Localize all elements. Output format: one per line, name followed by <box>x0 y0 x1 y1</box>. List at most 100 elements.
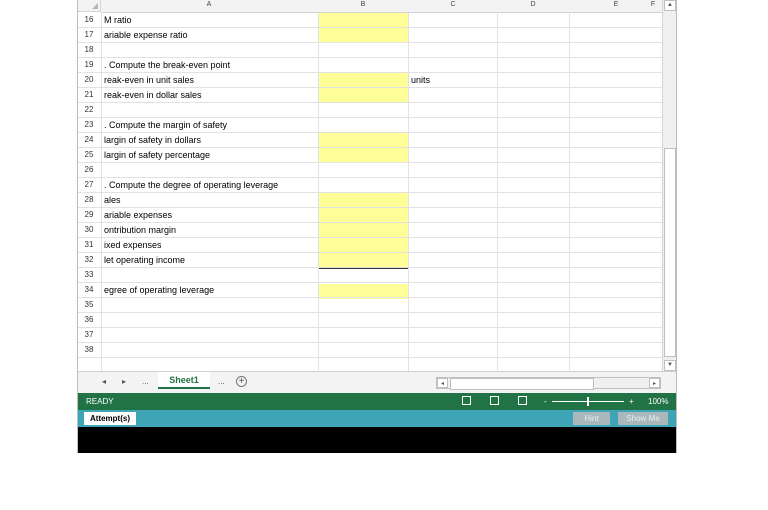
row-number[interactable]: 20 <box>78 73 100 87</box>
row-number[interactable]: 21 <box>78 88 100 102</box>
row-number[interactable]: 33 <box>78 268 100 282</box>
row-number[interactable]: 28 <box>78 193 100 207</box>
table-row: 28 ales <box>78 193 663 208</box>
row-number[interactable]: 30 <box>78 223 100 237</box>
row-number[interactable]: 31 <box>78 238 100 252</box>
attempts-bar: Attempt(s) Hint Show Me <box>78 410 676 427</box>
table-row: 38 <box>78 343 663 358</box>
table-row: 20 reak-even in unit sales units <box>78 73 663 88</box>
column-header-bar: A B C D E F <box>101 0 663 13</box>
tab-next-icon[interactable]: ▸ <box>122 377 126 386</box>
cell-a-label[interactable]: ales <box>104 193 121 207</box>
row-number[interactable]: 26 <box>78 163 100 177</box>
cell-a-label[interactable]: . Compute the break-even point <box>104 58 230 72</box>
scroll-left-icon[interactable]: ◂ <box>437 378 448 388</box>
attempts-button[interactable]: Attempt(s) <box>84 412 136 425</box>
cell-a-label[interactable]: reak-even in dollar sales <box>104 88 202 102</box>
row-number[interactable]: 22 <box>78 103 100 117</box>
table-row: 32 let operating income <box>78 253 663 268</box>
zoom-out-icon[interactable]: - <box>544 397 547 406</box>
page-layout-view-icon[interactable] <box>490 396 499 405</box>
column-header-c[interactable]: C <box>450 1 455 8</box>
tab-ellipsis-right[interactable]: ... <box>218 377 225 386</box>
cell-a-label[interactable]: ixed expenses <box>104 238 162 252</box>
page-break-view-icon[interactable] <box>518 396 527 405</box>
row-number[interactable]: 17 <box>78 28 100 42</box>
table-row: 27 . Compute the degree of operating leve… <box>78 178 663 193</box>
cell-a-label[interactable]: . Compute the margin of safety <box>104 118 227 132</box>
row-number[interactable]: 34 <box>78 283 100 297</box>
horizontal-scrollbar[interactable]: ◂ ▸ <box>436 377 661 390</box>
table-row: 18 <box>78 43 663 58</box>
cell-a-label[interactable]: egree of operating leverage <box>104 283 214 297</box>
cell-a-label[interactable]: M ratio <box>104 13 132 27</box>
normal-view-icon[interactable] <box>462 396 471 405</box>
table-row: 31 ixed expenses <box>78 238 663 253</box>
table-row: 30 ontribution margin <box>78 223 663 238</box>
zoom-slider-thumb[interactable] <box>587 397 589 406</box>
row-number[interactable]: 16 <box>78 13 100 27</box>
table-row: 35 <box>78 298 663 313</box>
column-header-f[interactable]: F <box>651 1 655 8</box>
footer-bar <box>78 427 676 453</box>
row-number[interactable]: 35 <box>78 298 100 312</box>
vertical-scroll-thumb[interactable] <box>664 148 676 357</box>
row-number[interactable]: 25 <box>78 148 100 162</box>
spreadsheet-window: ABCDEF 16 M ratio 17 ariable expense ratio 1… <box>77 0 677 453</box>
hint-button[interactable]: Hint <box>573 412 610 425</box>
vertical-scrollbar[interactable]: ▲ ▼ <box>662 0 676 371</box>
horizontal-scroll-thumb[interactable] <box>450 378 594 390</box>
select-all-corner[interactable] <box>78 0 101 12</box>
zoom-in-icon[interactable]: + <box>629 397 634 406</box>
cell-c-label[interactable]: units <box>411 73 430 87</box>
table-row: 36 <box>78 313 663 328</box>
show-me-button[interactable]: Show Me <box>618 412 668 425</box>
scroll-down-icon[interactable]: ▼ <box>664 360 676 371</box>
row-number[interactable]: 37 <box>78 328 100 342</box>
table-row: 17 ariable expense ratio <box>78 28 663 43</box>
sheet-tab-bar: ◂ ▸ ... Sheet1 ... + ◂ ▸ <box>78 371 676 393</box>
row-number[interactable]: 23 <box>78 118 100 132</box>
cell-a-label[interactable]: largin of safety percentage <box>104 148 210 162</box>
cell-a-label[interactable]: ariable expenses <box>104 208 172 222</box>
table-row: 34 egree of operating leverage <box>78 283 663 298</box>
column-header-b[interactable]: B <box>361 1 366 8</box>
row-number[interactable]: 29 <box>78 208 100 222</box>
cell-a-label[interactable]: largin of safety in dollars <box>104 133 201 147</box>
column-header-e[interactable]: E <box>614 1 619 8</box>
row-number[interactable]: 36 <box>78 313 100 327</box>
row-number[interactable]: 19 <box>78 58 100 72</box>
table-row: 23 . Compute the margin of safety <box>78 118 663 133</box>
table-row: 22 <box>78 103 663 118</box>
row-number[interactable]: 24 <box>78 133 100 147</box>
table-row: 21 reak-even in dollar sales <box>78 88 663 103</box>
status-ready-text: READY <box>86 397 114 406</box>
table-row: 33 <box>78 268 663 283</box>
table-row: 24 largin of safety in dollars <box>78 133 663 148</box>
tab-prev-icon[interactable]: ◂ <box>102 377 106 386</box>
row-number[interactable]: 38 <box>78 343 100 357</box>
table-row: 16 M ratio <box>78 13 663 28</box>
table-row: 29 ariable expenses <box>78 208 663 223</box>
status-bar: READY - + 100% <box>78 393 676 410</box>
cell-a-label[interactable]: ontribution margin <box>104 223 176 237</box>
row-number[interactable]: 27 <box>78 178 100 192</box>
scroll-right-icon[interactable]: ▸ <box>649 378 660 388</box>
zoom-level[interactable]: 100% <box>648 397 668 406</box>
table-row: 37 <box>78 328 663 343</box>
table-row: 19 . Compute the break-even point <box>78 58 663 73</box>
scroll-up-icon[interactable]: ▲ <box>664 0 676 11</box>
table-row: 25 largin of safety percentage <box>78 148 663 163</box>
column-header-d[interactable]: D <box>530 1 535 8</box>
row-number[interactable]: 32 <box>78 253 100 267</box>
row-number[interactable]: 18 <box>78 43 100 57</box>
cell-a-label[interactable]: ariable expense ratio <box>104 28 188 42</box>
tab-ellipsis-left[interactable]: ... <box>142 377 149 386</box>
cell-a-label[interactable]: . Compute the degree of operating levera… <box>104 178 278 192</box>
tab-sheet1[interactable]: Sheet1 <box>158 372 210 389</box>
table-row: 26 <box>78 163 663 178</box>
cell-a-label[interactable]: reak-even in unit sales <box>104 73 194 87</box>
add-sheet-icon[interactable]: + <box>236 376 247 387</box>
column-header-a[interactable]: A <box>207 1 212 8</box>
cell-a-label[interactable]: let operating income <box>104 253 185 267</box>
